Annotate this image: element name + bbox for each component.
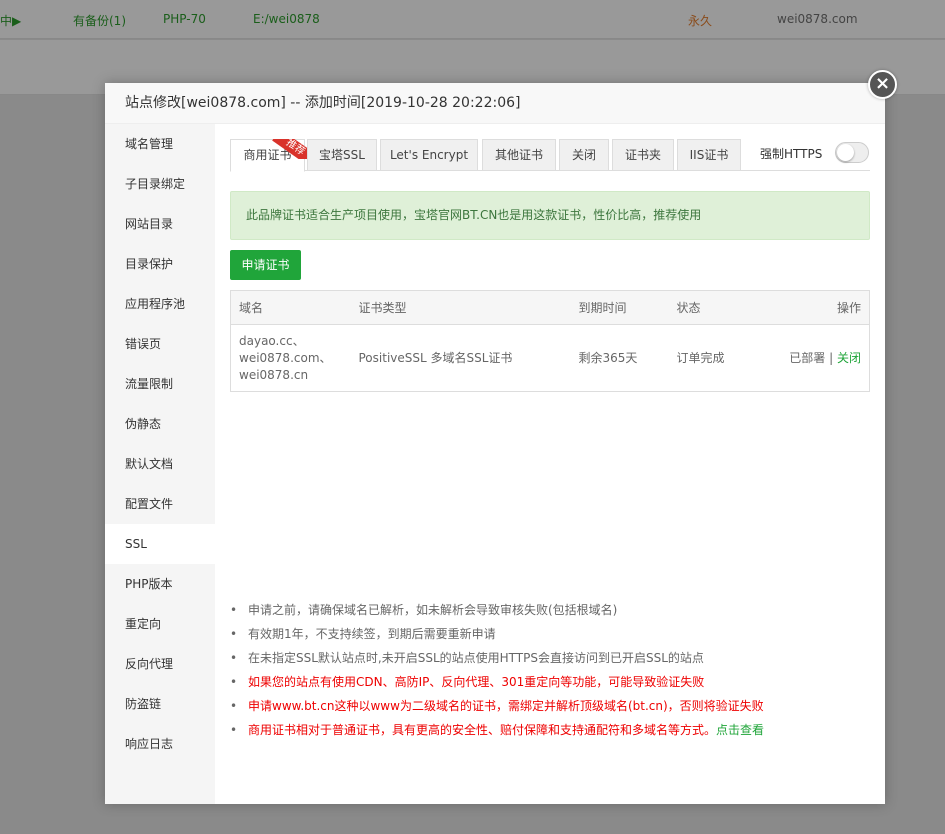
sidebar-item-site-dir[interactable]: 网站目录 [105,204,215,244]
recommend-ribbon: 推荐 [268,139,308,159]
deployed-label: 已部署 [789,350,826,365]
domain-line: wei0878.cn [239,367,309,382]
col-action: 操作 [768,290,870,325]
table-header-row: 域名 证书类型 到期时间 状态 操作 [230,290,870,325]
sidebar-item-rewrite[interactable]: 伪静态 [105,404,215,444]
cell-domains: dayao.cc、 wei0878.com、 wei0878.cn [231,325,351,392]
bg-status: 中▶ [0,14,22,28]
cell-status: 订单完成 [676,350,725,365]
sidebar-item-domain[interactable]: 域名管理 [105,124,215,164]
close-cert-link[interactable]: 关闭 [837,351,861,365]
ssl-tabs: 商用证书 推荐 宝塔SSL Let's Encrypt 其他证书 关闭 证书夹 … [230,139,870,172]
tab-close[interactable]: 关闭 [559,139,609,171]
bg-domain: wei0878.com [777,12,858,26]
sidebar-item-subdir[interactable]: 子目录绑定 [105,164,215,204]
note-item-warning: 商用证书相对于普通证书，具有更高的安全性、赔付保障和支持通配符和多域名等方式。点… [230,718,870,742]
sidebar-item-default-doc[interactable]: 默认文档 [105,444,215,484]
bg-path: E:/wei0878 [253,12,320,26]
sidebar-item-hotlink[interactable]: 防盗链 [105,684,215,724]
sidebar-item-app-pool[interactable]: 应用程序池 [105,284,215,324]
note-item: 申请之前，请确保域名已解析，如未解析会导致审核失败(包括根域名) [230,598,870,622]
toggle-knob [837,144,854,161]
modal-sidebar: 域名管理 子目录绑定 网站目录 目录保护 应用程序池 错误页 流量限制 伪静态 … [105,124,215,804]
tab-iis-cert[interactable]: IIS证书 [677,139,741,171]
tab-other-cert[interactable]: 其他证书 [482,139,556,171]
note-item-warning: 如果您的站点有使用CDN、高防IP、反向代理、301重定向等功能，可能导致验证失… [230,670,870,694]
cell-expiry: 剩余365天 [578,350,638,365]
cert-info-alert: 此品牌证书适合生产项目使用，宝塔官网BT.CN也是用这款证书，性价比高，推荐使用 [230,191,870,240]
note-item: 在未指定SSL默认站点时,未开启SSL的站点使用HTTPS会直接访问到已开启SS… [230,646,870,670]
sidebar-item-ssl[interactable]: SSL [105,524,215,564]
tab-bt-ssl[interactable]: 宝塔SSL [307,139,377,171]
bg-expire: 永久 [688,14,713,28]
col-expiry: 到期时间 [570,290,669,325]
note-item: 有效期1年，不支持续签，到期后需要重新申请 [230,622,870,646]
note-item-warning: 申请www.bt.cn这种以www为二级域名的证书，需绑定并解析顶级域名(bt.… [230,694,870,718]
notes-list: 申请之前，请确保域名已解析，如未解析会导致审核失败(包括根域名) 有效期1年，不… [230,598,870,742]
bg-php-version: PHP-70 [163,12,206,26]
cert-table: 域名 证书类型 到期时间 状态 操作 dayao.cc、 wei0878.com… [230,290,870,392]
site-edit-modal: 站点修改[wei0878.com] -- 添加时间[2019-10-28 20:… [105,83,885,804]
domain-line: dayao.cc、 [239,333,305,348]
bg-backup-link: 有备份(1) [73,14,126,28]
tab-commercial-cert[interactable]: 商用证书 推荐 [230,139,308,172]
tab-cert-folder[interactable]: 证书夹 [612,139,674,171]
close-icon[interactable]: × [868,70,897,99]
sidebar-item-reverse-proxy[interactable]: 反向代理 [105,644,215,684]
sidebar-item-error-page[interactable]: 错误页 [105,324,215,364]
col-cert-type: 证书类型 [350,290,571,325]
apply-cert-button[interactable]: 申请证书 [230,250,301,280]
table-row: dayao.cc、 wei0878.com、 wei0878.cn Positi… [231,325,870,392]
tab-lets-encrypt[interactable]: Let's Encrypt [380,139,478,171]
modal-title: 站点修改[wei0878.com] -- 添加时间[2019-10-28 20:… [105,83,885,124]
col-domain: 域名 [230,290,351,325]
cell-cert-type: PositiveSSL 多域名SSL证书 [358,350,513,365]
view-details-link[interactable]: 点击查看 [716,723,764,737]
action-separator: | [829,350,834,365]
sidebar-item-response-log[interactable]: 响应日志 [105,724,215,764]
sidebar-item-dir-protect[interactable]: 目录保护 [105,244,215,284]
force-https-label: 强制HTTPS [760,147,823,161]
sidebar-item-config-file[interactable]: 配置文件 [105,484,215,524]
note-text: 商用证书相对于普通证书，具有更高的安全性、赔付保障和支持通配符和多域名等方式。 [248,723,717,737]
background-site-row: 中▶ 有备份(1) PHP-70 E:/wei0878 永久 wei0878.c… [0,0,945,39]
col-status: 状态 [668,290,769,325]
force-https-toggle[interactable] [835,142,869,163]
cell-action: 已部署 | 关闭 [769,325,870,392]
sidebar-item-traffic-limit[interactable]: 流量限制 [105,364,215,404]
domain-line: wei0878.com、 [239,350,332,365]
sidebar-item-php-version[interactable]: PHP版本 [105,564,215,604]
sidebar-item-redirect[interactable]: 重定向 [105,604,215,644]
